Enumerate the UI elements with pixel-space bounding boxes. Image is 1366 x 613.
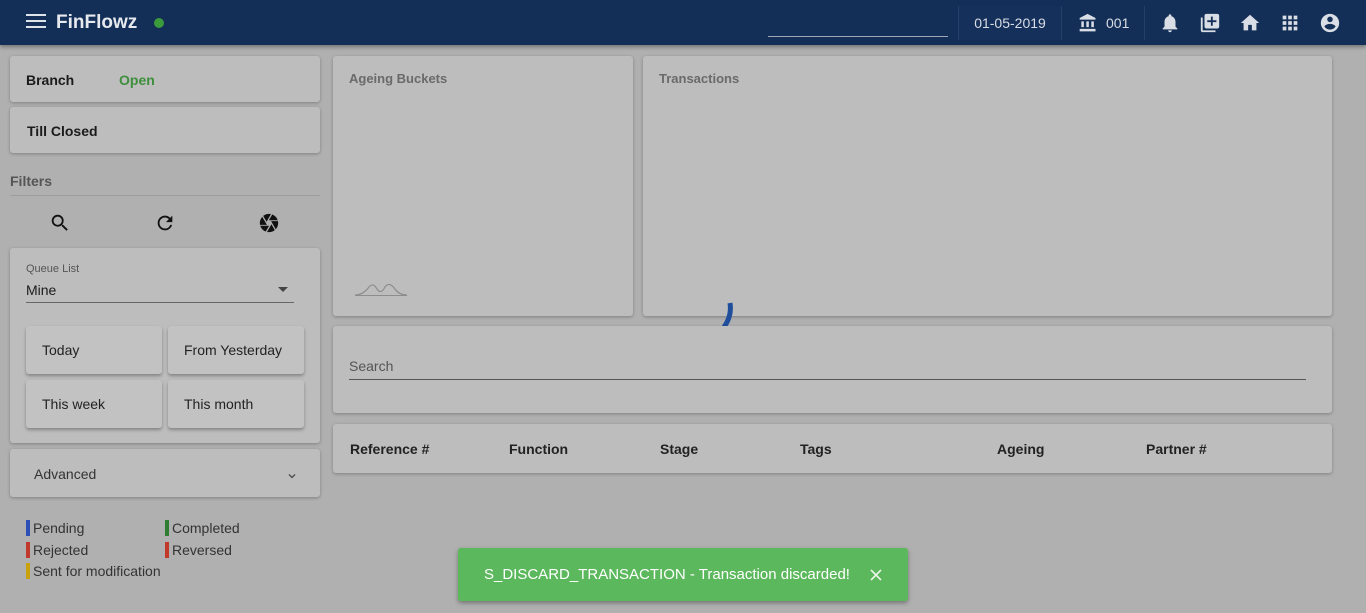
refresh-icon[interactable]: [154, 212, 176, 234]
transactions-table-header: Reference # Function Stage Tags Ageing P…: [333, 424, 1332, 473]
hamburger-menu-icon[interactable]: [26, 14, 46, 30]
search-icon[interactable]: [49, 212, 71, 234]
notifications-bell-icon[interactable]: [1159, 12, 1181, 34]
branch-label: Branch: [26, 72, 75, 88]
toast-notification: S_DISCARD_TRANSACTION - Transaction disc…: [458, 548, 908, 601]
queue-filter-card: Queue List Mine Today From Yesterday Thi…: [10, 248, 320, 443]
legend-item-sent-for-modification: Sent for modification: [26, 563, 161, 579]
column-header-tags[interactable]: Tags: [800, 441, 832, 457]
online-status-icon: [154, 18, 164, 28]
ageing-buckets-panel: Ageing Buckets: [333, 56, 633, 316]
apps-grid-icon[interactable]: [1279, 12, 1301, 34]
search-panel: Search: [333, 326, 1332, 413]
top-app-bar: FinFlowz 01-05-2019 001: [0, 0, 1366, 45]
global-search-input[interactable]: [768, 36, 948, 37]
branch-selector[interactable]: 001: [1064, 6, 1145, 40]
filter-this-month-button[interactable]: This month: [168, 380, 304, 428]
queue-list-label: Queue List: [26, 263, 80, 275]
column-header-function[interactable]: Function: [509, 441, 568, 457]
filter-today-button[interactable]: Today: [26, 326, 162, 374]
legend-item-reversed: Reversed: [165, 542, 232, 558]
dropdown-caret-icon[interactable]: [278, 287, 288, 292]
bank-icon: [1079, 13, 1096, 32]
transactions-title: Transactions: [659, 71, 740, 86]
filters-heading: Filters: [10, 173, 53, 189]
advanced-label: Advanced: [34, 466, 97, 482]
filters-divider: [10, 195, 320, 196]
branch-status-card: Branch Open: [10, 56, 320, 102]
till-status-card: Till Closed: [10, 107, 320, 153]
branch-status-value: Open: [119, 72, 155, 88]
legend-item-pending: Pending: [26, 520, 84, 536]
queue-list-underline: [26, 302, 294, 303]
transactions-panel: Transactions: [643, 56, 1332, 316]
empty-chart-icon: [354, 283, 408, 296]
column-header-ageing[interactable]: Ageing: [997, 441, 1044, 457]
search-underline: [349, 379, 1306, 380]
advanced-filters-expander[interactable]: Advanced: [10, 449, 320, 497]
column-header-partner[interactable]: Partner #: [1146, 441, 1207, 457]
account-circle-icon[interactable]: [1319, 12, 1341, 34]
queue-list-select[interactable]: Mine: [26, 282, 56, 298]
add-to-queue-icon[interactable]: [1199, 12, 1221, 34]
column-header-reference[interactable]: Reference #: [350, 441, 429, 457]
app-title: FinFlowz: [56, 12, 138, 33]
legend-item-rejected: Rejected: [26, 542, 88, 558]
column-header-stage[interactable]: Stage: [660, 441, 698, 457]
aperture-icon[interactable]: [258, 212, 280, 234]
filter-from-yesterday-button[interactable]: From Yesterday: [168, 326, 304, 374]
home-icon[interactable]: [1239, 12, 1261, 34]
business-date[interactable]: 01-05-2019: [958, 6, 1062, 40]
branch-code: 001: [1106, 15, 1130, 31]
transaction-search-input[interactable]: Search: [349, 358, 393, 374]
filter-this-week-button[interactable]: This week: [26, 380, 162, 428]
chevron-down-icon: [288, 474, 296, 479]
legend-item-completed: Completed: [165, 520, 240, 536]
ageing-buckets-title: Ageing Buckets: [349, 71, 448, 86]
close-icon[interactable]: [869, 568, 883, 582]
toast-message: S_DISCARD_TRANSACTION - Transaction disc…: [484, 566, 850, 583]
till-status-label: Till Closed: [27, 123, 98, 139]
